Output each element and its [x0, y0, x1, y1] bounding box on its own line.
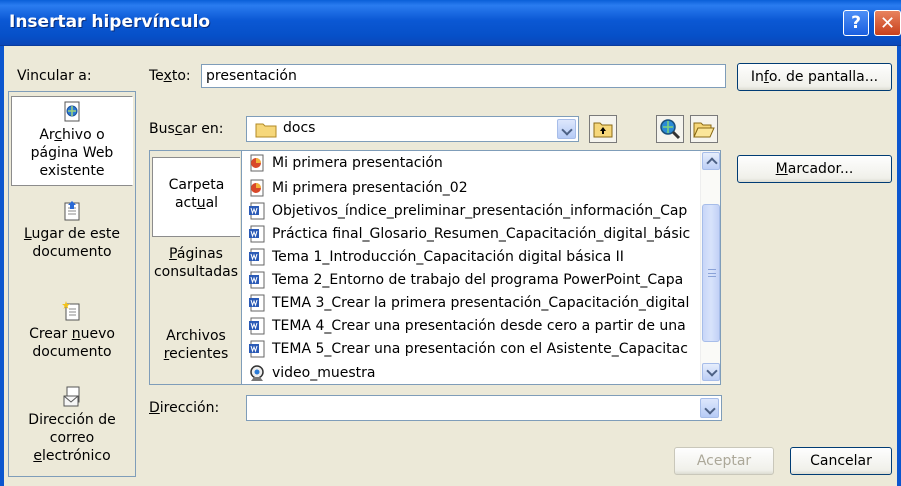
file-row[interactable]: TEMA 5_Crear una presentación con el Asi… [248, 338, 688, 359]
scroll-up-button[interactable] [702, 152, 720, 170]
close-button[interactable]: ✕ [874, 10, 901, 36]
nav-email[interactable]: Dirección de correo electrónico [11, 386, 133, 474]
nav-email-label-3: electrónico [33, 448, 111, 464]
folder-up-icon [593, 122, 613, 138]
document-place-icon [64, 201, 80, 221]
title-bar: Insertar hipervínculo ? ✕ [0, 0, 901, 46]
nav-email-label-2: correo [49, 430, 95, 446]
close-icon: ✕ [879, 12, 896, 34]
file-name: TEMA 4_Crear una presentación desde cero… [272, 317, 686, 334]
scroll-down-button[interactable] [702, 363, 720, 381]
nav-place-label-1: Lugar de este [23, 226, 121, 242]
bookmark-label: Marcador... [775, 161, 854, 177]
tab-current-folder[interactable]: Carpeta actual [152, 157, 240, 237]
word-file-icon [249, 202, 265, 219]
word-file-icon [249, 225, 265, 242]
nav-existing-file[interactable]: Archivo o página Web existente [11, 96, 133, 186]
window-frame-left [0, 46, 4, 486]
browse-file-button[interactable] [690, 115, 718, 143]
file-row[interactable]: TEMA 4_Crear una presentación desde cero… [248, 315, 686, 336]
file-row[interactable]: Mi primera presentación [248, 152, 443, 173]
scroll-thumb[interactable] [702, 204, 720, 342]
file-row[interactable]: Tema 2_Entorno de trabajo del programa P… [248, 269, 683, 290]
folder-icon [255, 123, 277, 138]
file-name: Práctica final_Glosario_Resumen_Capacita… [272, 225, 691, 242]
file-name: Mi primera presentación [272, 154, 443, 171]
word-file-icon [249, 340, 265, 357]
tab-recent-files[interactable]: Archivos recientes [152, 327, 240, 379]
browse-web-button[interactable] [656, 115, 684, 143]
nav-place-in-document[interactable]: Lugar de este documento [11, 200, 133, 270]
browse-web-icon [660, 119, 681, 140]
file-name: Mi primera presentación_02 [272, 179, 468, 196]
tab-recent-files-label-2: recientes [163, 346, 229, 362]
powerpoint-file-icon [250, 179, 264, 196]
bookmark-button[interactable]: Marcador... [737, 155, 892, 183]
file-row[interactable]: Tema 1_Introducción_Capacitación digital… [248, 246, 624, 267]
nav-existing-file-label-3: existente [39, 163, 105, 179]
look-in-dropdown-button[interactable] [557, 119, 576, 139]
tab-current-folder-label-1: Carpeta [168, 177, 225, 193]
address-input[interactable] [246, 395, 722, 421]
tab-current-folder-label-2: actual [174, 195, 219, 211]
window-frame-right [897, 46, 901, 486]
file-row[interactable]: Objetivos_índice_preliminar_presentación… [248, 200, 687, 221]
file-list-scrollbar[interactable] [700, 151, 720, 384]
window-title: Insertar hipervínculo [9, 12, 211, 32]
up-one-folder-button[interactable] [589, 115, 617, 143]
ok-button[interactable]: Aceptar [674, 447, 774, 475]
nav-place-label-2: documento [32, 244, 112, 260]
link-to-bar: Archivo o página Web existente Lugar de … [8, 91, 136, 477]
nav-new-doc-label-1: Crear nuevo [29, 326, 115, 342]
scroll-grip-icon [708, 269, 716, 277]
tab-browsed-pages-label-1: Páginas [169, 246, 223, 262]
address-dropdown-button[interactable] [700, 398, 719, 418]
cancel-button[interactable]: Cancelar [790, 447, 892, 475]
look-in-value: docs [283, 120, 316, 136]
word-file-icon [249, 294, 265, 311]
file-row[interactable]: Mi primera presentación_02 [248, 177, 468, 198]
help-icon: ? [851, 13, 861, 33]
file-name: video_muestra [272, 364, 376, 381]
text-to-display-input[interactable]: presentación [201, 64, 726, 88]
screen-tip-label: Info. de pantalla... [750, 69, 879, 85]
nav-email-label-1: Dirección de [28, 412, 116, 428]
tab-browsed-pages-label-2: consultadas [153, 264, 239, 280]
file-name: Tema 2_Entorno de trabajo del programa P… [272, 271, 684, 288]
file-name: Tema 1_Introducción_Capacitación digital… [272, 248, 624, 265]
word-file-icon [249, 271, 265, 288]
address-label: Dirección: [149, 400, 220, 416]
nav-new-document[interactable]: Crear nuevo documento [11, 300, 133, 366]
file-row[interactable]: Práctica final_Glosario_Resumen_Capacita… [248, 223, 690, 244]
file-row[interactable]: TEMA 3_Crear la primera presentación_Cap… [248, 292, 689, 313]
powerpoint-file-icon [250, 154, 264, 171]
nav-existing-file-label-2: página Web [30, 145, 114, 161]
file-name: TEMA 3_Crear la primera presentación_Cap… [272, 294, 690, 311]
link-to-label: Vincular a: [17, 68, 92, 84]
tab-recent-files-label-1: Archivos [166, 328, 226, 344]
open-folder-icon [693, 122, 715, 138]
file-name: TEMA 5_Crear una presentación con el Asi… [272, 340, 688, 357]
screen-tip-button[interactable]: Info. de pantalla... [737, 63, 892, 91]
file-list[interactable]: Mi primera presentación Mi primera prese… [241, 150, 721, 385]
look-in-label: Buscar en: [149, 121, 224, 137]
text-to-display-label: Texto: [149, 68, 191, 84]
file-row[interactable]: video_muestra [248, 362, 375, 383]
email-icon [63, 386, 80, 407]
look-in-combo[interactable]: docs [246, 116, 579, 142]
web-page-icon [64, 101, 80, 122]
new-document-icon [62, 301, 80, 321]
word-file-icon [249, 248, 265, 265]
tab-browsed-pages[interactable]: Páginas consultadas [152, 245, 240, 297]
nav-new-doc-label-2: documento [32, 344, 112, 360]
nav-existing-file-label-1: Archivo o [39, 127, 105, 143]
file-name: Objetivos_índice_preliminar_presentación… [272, 202, 688, 219]
word-file-icon [249, 317, 265, 334]
help-button[interactable]: ? [843, 10, 869, 36]
video-file-icon [250, 364, 264, 381]
folder-view-tabs: Carpeta actual Páginas consultadas Archi… [149, 150, 241, 385]
